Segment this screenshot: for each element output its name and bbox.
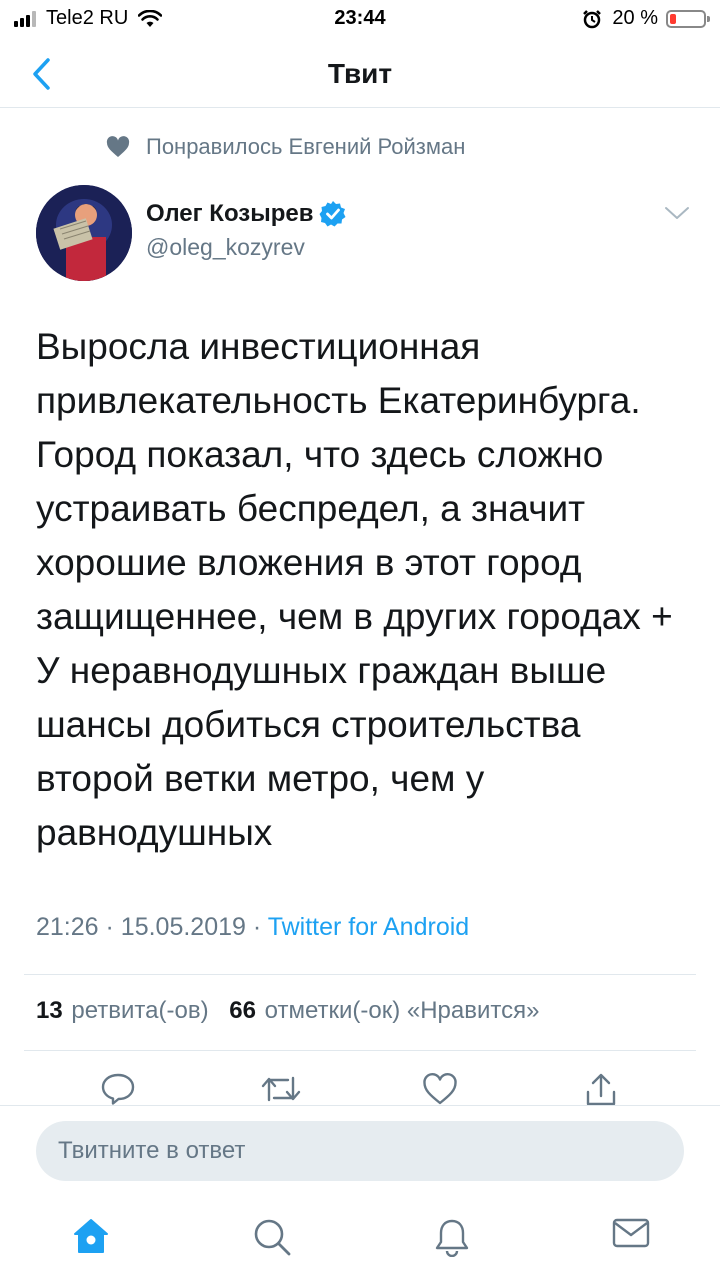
- author-handle[interactable]: @oleg_kozyrev: [146, 234, 305, 261]
- home-icon[interactable]: [72, 1217, 110, 1255]
- reply-icon[interactable]: [100, 1072, 136, 1106]
- battery-icon: [666, 9, 710, 28]
- status-right: 20 %: [582, 7, 710, 30]
- page-title: Твит: [327, 58, 393, 89]
- tweet-line: хорошие вложения в этот город: [36, 542, 582, 583]
- tweet-text: Выросла инвестиционная привлекательность…: [36, 320, 696, 860]
- messages-icon[interactable]: [612, 1217, 650, 1249]
- divider: [24, 974, 696, 975]
- tweet-line: равнодушных: [36, 812, 273, 853]
- alarm-icon: [583, 9, 602, 28]
- retweet-icon[interactable]: [260, 1072, 302, 1106]
- likes-count: 66: [229, 997, 256, 1024]
- retweets-label: ретвита(-ов): [71, 997, 209, 1024]
- search-icon[interactable]: [252, 1217, 292, 1257]
- tweet-line: У неравнодушных граждан выше: [36, 650, 607, 691]
- reply-bar: Твитните в ответ: [0, 1105, 720, 1195]
- share-icon[interactable]: [584, 1072, 618, 1108]
- battery-percent: 20 %: [612, 7, 658, 29]
- tweet-line: защищеннее, чем в других городах +: [36, 596, 673, 637]
- tweet-actions: [0, 1070, 720, 1110]
- reply-input[interactable]: Твитните в ответ: [36, 1121, 684, 1181]
- social-context-text: Понравилось Евгений Ройзман: [146, 134, 466, 159]
- tweet-line: Выросла инвестиционная: [36, 326, 481, 367]
- tweet-line: устраивать беспредел, а значит: [36, 488, 586, 529]
- verified-badge-icon: [319, 201, 346, 227]
- retweets-stat[interactable]: 13 ретвита(-ов): [36, 997, 209, 1024]
- avatar[interactable]: [36, 185, 132, 281]
- chevron-down-icon[interactable]: [664, 205, 690, 221]
- meta-separator: ·: [252, 913, 262, 941]
- author-name[interactable]: Олег Козырев: [146, 200, 313, 228]
- like-icon[interactable]: [422, 1072, 458, 1106]
- meta-separator: ·: [105, 913, 114, 941]
- author-name-row[interactable]: Олег Козырев: [146, 200, 347, 228]
- tweet-line: второй ветки метро, чем у: [36, 758, 485, 799]
- status-bar: Tele2 RU 23:44 20 %: [0, 0, 720, 40]
- avatar-image: [36, 185, 132, 281]
- heart-icon: [106, 136, 130, 157]
- likes-label: отметки(-ок) «Нравится»: [264, 997, 540, 1024]
- social-context: Понравилось Евгений Ройзман: [106, 134, 465, 160]
- tweet-line: привлекательность Екатеринбурга.: [36, 380, 641, 421]
- tweet-source-link[interactable]: Twitter for Android: [268, 913, 469, 941]
- likes-stat[interactable]: 66 отметки(-ок) «Нравится»: [229, 997, 539, 1024]
- tweet-line: шансы добиться строительства: [36, 704, 581, 745]
- tweet-time: 21:26: [36, 913, 99, 941]
- tweet-line: Город показал, что здесь сложно: [36, 434, 604, 475]
- tweet-meta: 21:26 · 15.05.2019 · Twitter for Android: [36, 913, 469, 942]
- nav-bar: Твит: [0, 40, 720, 108]
- tweet-date: 15.05.2019: [120, 913, 246, 941]
- notifications-icon[interactable]: [434, 1217, 470, 1257]
- divider: [24, 1050, 696, 1051]
- tab-bar: [0, 1195, 720, 1280]
- tweet-stats: 13 ретвита(-ов) 66 отметки(-ок) «Нравитс…: [36, 997, 539, 1025]
- retweets-count: 13: [36, 997, 63, 1024]
